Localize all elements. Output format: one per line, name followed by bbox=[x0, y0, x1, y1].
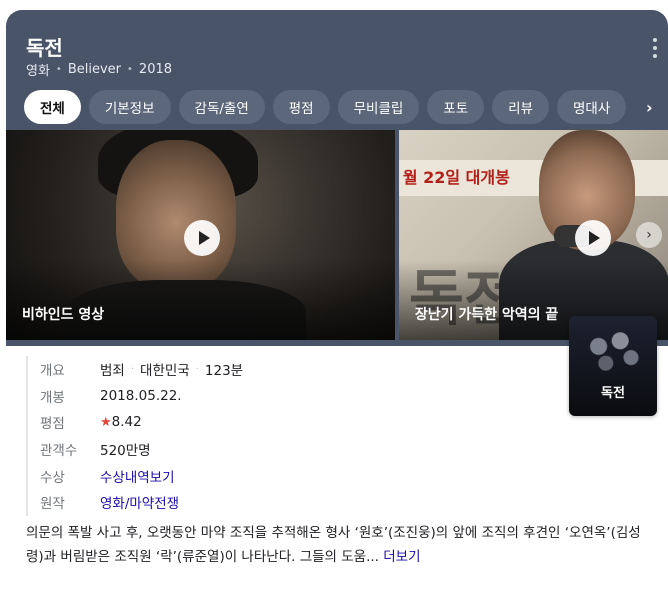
info-row-release: 개봉 2018.05.22. bbox=[28, 383, 558, 410]
genre: 범죄 bbox=[100, 363, 125, 380]
synopsis-text: 의문의 폭발 사고 후, 오랫동안 마약 조직을 추적해온 형사 ‘원호’(조진… bbox=[26, 525, 641, 565]
separator-dot: · bbox=[195, 363, 199, 375]
clip-title: 장난기 가득한 악역의 끝 bbox=[414, 307, 559, 323]
clip-title: 비하인드 영상 bbox=[22, 307, 105, 323]
poster-artwork bbox=[577, 324, 649, 380]
info-label: 개봉 bbox=[40, 389, 65, 406]
audience-count: 520만명 bbox=[100, 443, 151, 460]
runtime: 123분 bbox=[204, 363, 244, 380]
more-options-icon[interactable] bbox=[652, 38, 658, 58]
info-row-source: 원작 영화/마약전쟁 bbox=[28, 489, 558, 516]
info-label: 수상 bbox=[40, 469, 65, 486]
info-label: 관객수 bbox=[40, 443, 78, 460]
read-more-link[interactable]: 더보기 bbox=[383, 549, 420, 565]
info-row-rating: 평점 ★ 8.42 bbox=[28, 409, 558, 436]
clip-carousel: 비하인드 영상 월 22일 대개봉 독전 장난기 가득한 악역의 끝 › bbox=[6, 130, 668, 340]
tab-photos[interactable]: 포토 bbox=[427, 90, 485, 124]
tab-rating[interactable]: 평점 bbox=[272, 90, 330, 124]
awards-link[interactable]: 수상내역보기 bbox=[100, 466, 175, 486]
tab-all[interactable]: 전체 bbox=[24, 90, 81, 124]
tab-cast[interactable]: 감독/출연 bbox=[178, 90, 265, 124]
info-list: 개요 범죄 · 대한민국 · 123분 개봉 2018.05.22. 평점 ★ … bbox=[26, 356, 558, 516]
info-row-audience: 관객수 520만명 bbox=[28, 436, 558, 463]
tab-basic-info[interactable]: 기본정보 bbox=[88, 90, 171, 124]
movie-subtitle: 영화 • Believer • 2018 bbox=[26, 60, 172, 79]
play-icon[interactable] bbox=[574, 220, 611, 256]
clip-card[interactable]: 월 22일 대개봉 독전 장난기 가득한 악역의 끝 › bbox=[398, 130, 668, 340]
clip-card[interactable]: 비하인드 영상 bbox=[6, 130, 395, 340]
country: 대한민국 bbox=[140, 363, 190, 380]
card-header: 독전 영화 • Believer • 2018 전체 기본정보 감독/출연 평점… bbox=[6, 10, 668, 346]
synopsis: 의문의 폭발 사고 후, 오랫동안 마약 조직을 추적해온 형사 ‘원호’(조진… bbox=[26, 521, 654, 569]
tab-movie-clips[interactable]: 무비클립 bbox=[337, 90, 420, 124]
rating-value: 8.42 bbox=[111, 414, 142, 431]
info-row-awards: 수상 수상내역보기 bbox=[28, 462, 558, 489]
info-label: 개요 bbox=[40, 363, 65, 380]
star-icon: ★ bbox=[100, 414, 112, 430]
release-date: 2018.05.22. bbox=[100, 387, 182, 404]
movie-poster[interactable]: 독전 bbox=[569, 316, 657, 416]
poster-title: 독전 bbox=[601, 386, 625, 401]
chevron-right-icon[interactable]: › bbox=[646, 98, 662, 117]
tab-reviews[interactable]: 리뷰 bbox=[492, 90, 549, 124]
info-row-overview: 개요 범죄 · 대한민국 · 123분 bbox=[28, 356, 558, 383]
movie-title[interactable]: 독전 bbox=[26, 32, 63, 61]
source-link[interactable]: 영화/마약전쟁 bbox=[100, 492, 179, 512]
info-label: 원작 bbox=[40, 496, 65, 513]
play-icon[interactable] bbox=[184, 220, 220, 256]
tab-bar: 전체 기본정보 감독/출연 평점 무비클립 포토 리뷰 명대사 bbox=[24, 90, 664, 126]
separator-dot: • bbox=[55, 64, 62, 75]
separator-dot: · bbox=[130, 363, 135, 375]
subtitle-category: 영화 bbox=[26, 64, 50, 79]
info-label: 평점 bbox=[40, 416, 65, 433]
chevron-right-icon[interactable]: › bbox=[636, 222, 662, 248]
subtitle-english-title: Believer bbox=[67, 62, 122, 77]
movie-knowledge-card: 독전 영화 • Believer • 2018 전체 기본정보 감독/출연 평점… bbox=[6, 10, 668, 610]
tab-quotes[interactable]: 명대사 bbox=[556, 90, 627, 124]
separator-dot: • bbox=[127, 64, 133, 75]
subtitle-year: 2018 bbox=[138, 62, 173, 77]
